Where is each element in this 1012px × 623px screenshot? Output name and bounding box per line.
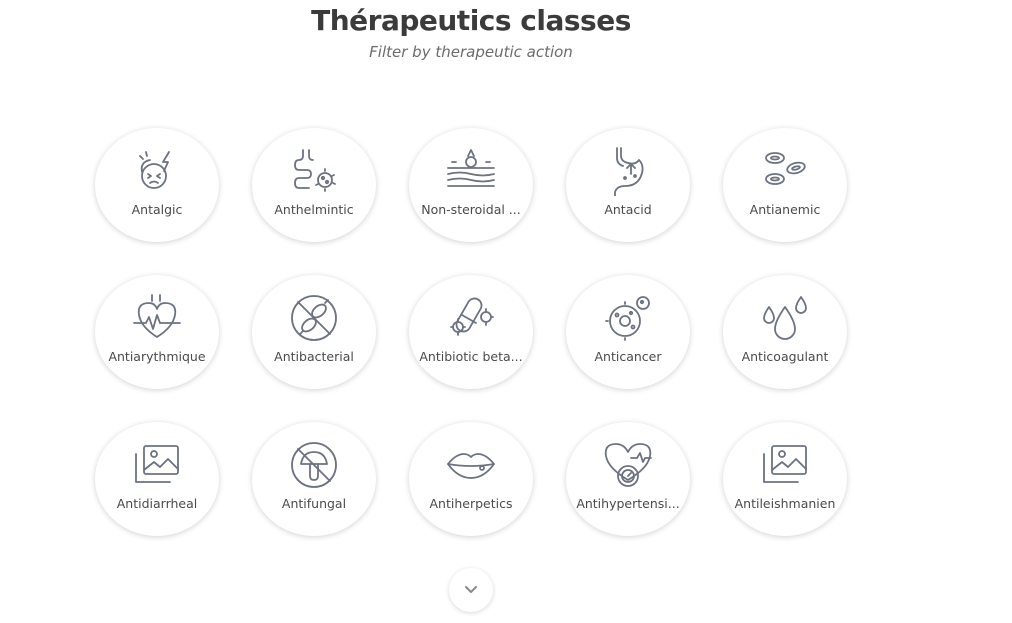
image-placeholder-icon bbox=[132, 440, 182, 490]
class-label: Antifungal bbox=[281, 496, 347, 511]
no-mushroom-icon bbox=[289, 440, 339, 490]
class-card-antihypertensive[interactable]: Antihypertensi... bbox=[566, 422, 690, 536]
therapeutic-class-grid: Antalgic Anthelmintic Non-steroidal ... bbox=[0, 0, 1012, 623]
class-label: Antihypertensi... bbox=[576, 496, 680, 511]
class-label: Antibacterial bbox=[274, 349, 354, 364]
scroll-down-button[interactable] bbox=[449, 568, 493, 612]
skin-inflammation-icon bbox=[446, 146, 496, 196]
class-card-non-steroidal[interactable]: Non-steroidal ... bbox=[409, 128, 533, 242]
class-card-antiarythmique[interactable]: Antiarythmique bbox=[95, 275, 219, 389]
class-label: Antianemic bbox=[749, 202, 821, 217]
headache-icon bbox=[132, 146, 182, 196]
class-card-anthelmintic[interactable]: Anthelmintic bbox=[252, 128, 376, 242]
class-card-anticoagulant[interactable]: Anticoagulant bbox=[723, 275, 847, 389]
image-placeholder-icon bbox=[760, 440, 810, 490]
class-card-antidiarrheal[interactable]: Antidiarrheal bbox=[95, 422, 219, 536]
class-card-antibiotic-beta[interactable]: Antibiotic beta... bbox=[409, 275, 533, 389]
chevron-down-icon bbox=[465, 586, 477, 593]
no-bacteria-icon bbox=[289, 293, 339, 343]
class-card-antianemic[interactable]: Antianemic bbox=[723, 128, 847, 242]
class-card-antibacterial[interactable]: Antibacterial bbox=[252, 275, 376, 389]
intestine-parasite-icon bbox=[289, 146, 339, 196]
class-card-antalgic[interactable]: Antalgic bbox=[95, 128, 219, 242]
class-label: Anticoagulant bbox=[741, 349, 829, 364]
class-label: Antacid bbox=[604, 202, 652, 217]
class-card-antifungal[interactable]: Antifungal bbox=[252, 422, 376, 536]
class-label: Non-steroidal ... bbox=[421, 202, 521, 217]
capsule-bacteria-icon bbox=[446, 293, 496, 343]
class-card-anticancer[interactable]: Anticancer bbox=[566, 275, 690, 389]
heart-rhythm-icon bbox=[132, 293, 182, 343]
lips-icon bbox=[446, 440, 496, 490]
class-card-antacid[interactable]: Antacid bbox=[566, 128, 690, 242]
cancer-cell-icon bbox=[603, 293, 653, 343]
class-label: Antidiarrheal bbox=[116, 496, 198, 511]
red-blood-cells-icon bbox=[760, 146, 810, 196]
blood-drops-icon bbox=[760, 293, 810, 343]
class-label: Antiarythmique bbox=[108, 349, 206, 364]
class-label: Anthelmintic bbox=[274, 202, 354, 217]
class-card-antileishmanien[interactable]: Antileishmanien bbox=[723, 422, 847, 536]
class-label: Antiherpetics bbox=[429, 496, 513, 511]
class-label: Anticancer bbox=[594, 349, 662, 364]
heart-pressure-gauge-icon bbox=[603, 440, 653, 490]
stomach-icon bbox=[603, 146, 653, 197]
class-card-antiherpetics[interactable]: Antiherpetics bbox=[409, 422, 533, 536]
class-label: Antileishmanien bbox=[734, 496, 836, 511]
class-label: Antalgic bbox=[131, 202, 183, 217]
class-label: Antibiotic beta... bbox=[419, 349, 523, 364]
